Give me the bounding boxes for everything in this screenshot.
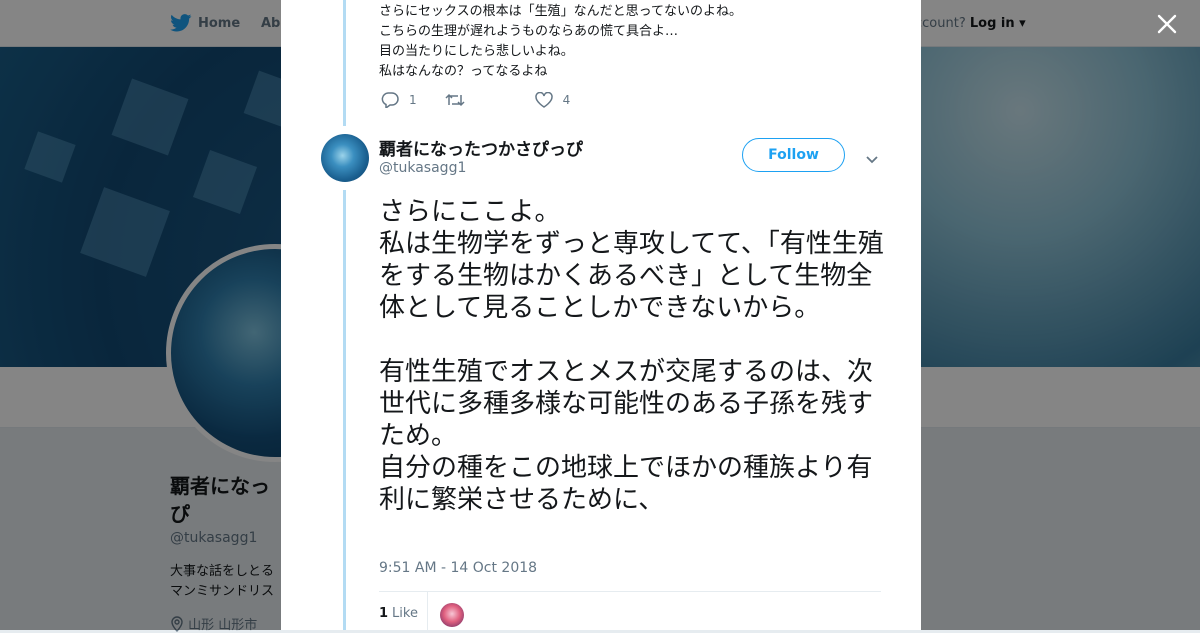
tweet-permalink-modal: さらにセックスの根本は「生殖」なんだと思ってないのよね。 こちらの生理が遅れよう… — [281, 0, 921, 630]
previous-tweet-line: 目の当たりにしたら悲しいよね。 — [379, 44, 574, 59]
divider — [427, 592, 428, 630]
retweet-icon — [445, 93, 465, 107]
reply-button[interactable]: 1 — [381, 92, 417, 108]
follow-button[interactable]: Follow — [742, 138, 845, 172]
previous-tweet-text: さらにセックスの根本は「生殖」なんだと思ってないのよね。 こちらの生理が遅れよう… — [379, 2, 742, 82]
tweet-text: さらにここよ。 私は生物学をずっと専攻してて、「有性生殖をする生物はかくあるべき… — [379, 197, 884, 515]
previous-tweet-actions: 1 4 — [381, 92, 598, 108]
liker-avatar[interactable] — [440, 603, 464, 627]
like-count: 4 — [562, 93, 571, 107]
thread-connector — [343, 0, 346, 126]
tweet-like-label: Like — [392, 606, 418, 621]
chevron-down-icon[interactable] — [865, 150, 879, 169]
tweet-like-count: 1 — [379, 606, 389, 621]
previous-tweet-line: さらにセックスの根本は「生殖」なんだと思ってないのよね。 — [379, 4, 742, 19]
tweet-author-avatar[interactable] — [321, 134, 369, 182]
previous-tweet-line: こちらの生理が遅れようものならあの慌て具合よ… — [379, 24, 679, 39]
tweet-timestamp[interactable]: 9:51 AM - 14 Oct 2018 — [379, 560, 537, 576]
reply-count: 1 — [409, 93, 417, 107]
retweet-button[interactable] — [445, 93, 475, 107]
previous-tweet-line: 私はなんなの？ってなるよね — [379, 64, 548, 79]
thread-connector — [343, 190, 346, 630]
tweet-likes-stat[interactable]: 1 Like — [379, 606, 418, 621]
tweet-author-name[interactable]: 覇者になったつかさぴっぴ — [379, 135, 583, 160]
close-icon[interactable] — [1152, 10, 1182, 40]
heart-icon — [534, 92, 553, 108]
reply-icon — [381, 92, 399, 108]
tweet-author-handle[interactable]: @tukasagg1 — [379, 160, 466, 176]
like-button[interactable]: 4 — [534, 92, 571, 108]
divider — [379, 591, 881, 592]
